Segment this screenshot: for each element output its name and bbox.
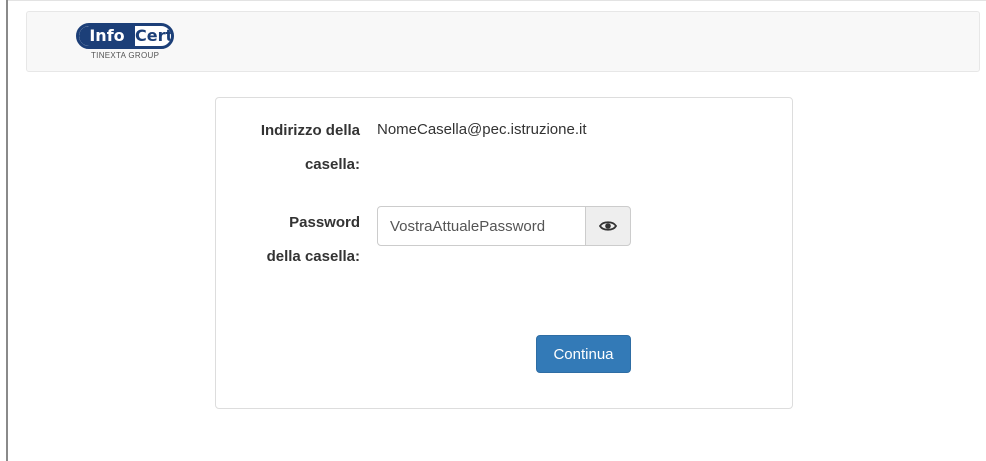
window-top-border — [8, 0, 986, 1]
password-field[interactable] — [377, 206, 586, 246]
password-label-line2: della casella: — [266, 248, 360, 265]
eye-icon — [599, 221, 617, 231]
password-label: Password della casella: — [230, 206, 360, 274]
email-label: Indirizzo della casella: — [230, 114, 360, 182]
email-label-line2: casella: — [304, 156, 360, 173]
logo-subtitle: TINEXTA GROUP — [91, 51, 160, 60]
logo-text-cert: Cert — [135, 26, 174, 45]
email-label-line1: Indirizzo della — [260, 122, 360, 139]
continue-button[interactable]: Continua — [536, 335, 631, 373]
header-bar: Info Cert TINEXTA GROUP — [26, 11, 980, 72]
infocert-logo[interactable]: Info Cert TINEXTA GROUP — [75, 23, 177, 63]
logo-text-info: Info — [79, 26, 135, 46]
email-value: NomeCasella@pec.istruzione.it — [377, 121, 587, 138]
password-label-line1: Password — [289, 214, 360, 231]
password-input-group — [377, 206, 631, 246]
window-left-border — [6, 0, 8, 461]
logo-badge: Info Cert — [76, 23, 174, 49]
show-password-button[interactable] — [585, 206, 631, 246]
